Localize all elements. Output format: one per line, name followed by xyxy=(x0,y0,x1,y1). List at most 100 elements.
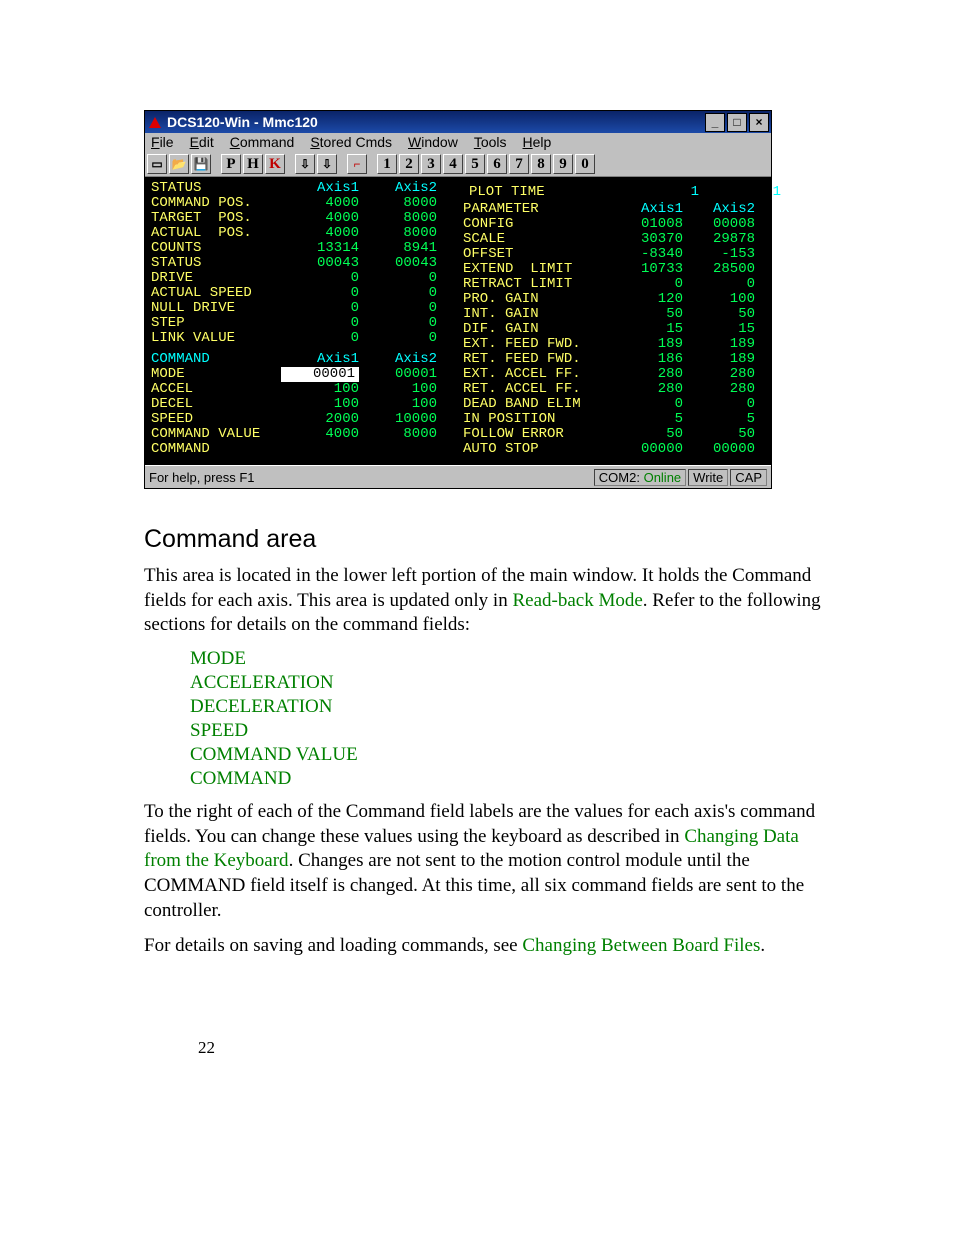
table-row[interactable]: STATUS0004300043 xyxy=(151,256,451,271)
link-speed[interactable]: SPEED xyxy=(190,720,824,742)
axis1-value[interactable]: 5 xyxy=(611,412,683,427)
new-icon[interactable]: ▭ xyxy=(147,154,167,174)
axis2-value[interactable]: 00001 xyxy=(359,367,437,382)
table-row[interactable]: CONFIG0100800008 xyxy=(463,217,789,232)
table-row[interactable]: EXT. FEED FWD.189189 xyxy=(463,337,789,352)
table-row[interactable]: EXT. ACCEL FF.280280 xyxy=(463,367,789,382)
axis2-value[interactable]: 189 xyxy=(683,352,755,367)
axis2-value[interactable] xyxy=(359,442,437,457)
axis2-value[interactable]: -153 xyxy=(683,247,755,262)
axis2-value[interactable]: 280 xyxy=(683,382,755,397)
menu-tools[interactable]: Tools xyxy=(474,135,507,150)
axis2-value[interactable]: 189 xyxy=(683,337,755,352)
table-row[interactable]: EXTEND LIMIT1073328500 xyxy=(463,262,789,277)
maximize-button[interactable]: □ xyxy=(727,113,747,132)
table-row[interactable]: ACTUAL POS.40008000 xyxy=(151,226,451,241)
save-icon[interactable]: 💾 xyxy=(191,154,211,174)
axis2-value[interactable]: 8000 xyxy=(359,196,437,211)
axis1-value[interactable]: 189 xyxy=(611,337,683,352)
menu-help[interactable]: Help xyxy=(523,135,552,150)
table-row[interactable]: STEP00 xyxy=(151,316,451,331)
axis1-value[interactable]: 100 xyxy=(281,397,359,412)
axis1-value[interactable]: 50 xyxy=(611,307,683,322)
axis2-value[interactable]: 0 xyxy=(683,277,755,292)
table-row[interactable]: ACTUAL SPEED00 xyxy=(151,286,451,301)
table-row[interactable]: IN POSITION55 xyxy=(463,412,789,427)
table-row[interactable]: COMMAND xyxy=(151,442,451,457)
link-readback-mode[interactable]: Read-back Mode xyxy=(512,590,642,611)
num-1[interactable]: 1 xyxy=(377,154,397,174)
menu-window[interactable]: Window xyxy=(408,135,458,150)
table-row[interactable]: AUTO STOP0000000000 xyxy=(463,442,789,457)
axis1-value[interactable]: 00001 xyxy=(281,367,359,382)
axis1-value[interactable]: 00043 xyxy=(281,256,359,271)
axis2-value[interactable]: 100 xyxy=(359,397,437,412)
menu-edit[interactable]: Edit xyxy=(190,135,214,150)
axis2-value[interactable]: 8000 xyxy=(359,427,437,442)
tool-p[interactable]: P xyxy=(221,154,241,174)
axis2-value[interactable]: 100 xyxy=(359,382,437,397)
axis2-value[interactable]: 00008 xyxy=(683,217,755,232)
axis2-value[interactable]: 8000 xyxy=(359,226,437,241)
link-acceleration[interactable]: ACCELERATION xyxy=(190,672,824,694)
axis2-value[interactable]: 0 xyxy=(359,331,437,346)
table-row[interactable]: LINK VALUE00 xyxy=(151,331,451,346)
axis1-value[interactable]: 280 xyxy=(611,382,683,397)
table-row[interactable]: DECEL100100 xyxy=(151,397,451,412)
table-row[interactable]: DIF. GAIN1515 xyxy=(463,322,789,337)
axis2-value[interactable]: 280 xyxy=(683,367,755,382)
num-8[interactable]: 8 xyxy=(531,154,551,174)
axis1-value[interactable]: 120 xyxy=(611,292,683,307)
axis2-value[interactable]: 29878 xyxy=(683,232,755,247)
axis2-value[interactable]: 5 xyxy=(683,412,755,427)
table-row[interactable]: TARGET POS.40008000 xyxy=(151,211,451,226)
num-0[interactable]: 0 xyxy=(575,154,595,174)
close-button[interactable]: × xyxy=(749,113,769,132)
table-row[interactable]: MODE0000100001 xyxy=(151,367,451,382)
send-one-icon[interactable]: ⇩ xyxy=(317,154,337,174)
table-row[interactable]: SPEED200010000 xyxy=(151,412,451,427)
axis1-value[interactable]: 10733 xyxy=(611,262,683,277)
axis1-value[interactable]: 4000 xyxy=(281,226,359,241)
axis1-value[interactable]: 01008 xyxy=(611,217,683,232)
minimize-button[interactable]: _ xyxy=(705,113,725,132)
axis2-value[interactable]: 8000 xyxy=(359,211,437,226)
tool-h[interactable]: H xyxy=(243,154,263,174)
axis1-value[interactable]: 186 xyxy=(611,352,683,367)
axis1-value[interactable]: 15 xyxy=(611,322,683,337)
axis2-value[interactable]: 28500 xyxy=(683,262,755,277)
table-row[interactable]: COMMAND VALUE40008000 xyxy=(151,427,451,442)
link-deceleration[interactable]: DECELERATION xyxy=(190,696,824,718)
table-row[interactable]: ACCEL100100 xyxy=(151,382,451,397)
table-row[interactable]: COMMAND POS.40008000 xyxy=(151,196,451,211)
num-5[interactable]: 5 xyxy=(465,154,485,174)
axis2-value[interactable]: 8941 xyxy=(359,241,437,256)
axis2-value[interactable]: 10000 xyxy=(359,412,437,427)
num-2[interactable]: 2 xyxy=(399,154,419,174)
table-row[interactable]: RETRACT LIMIT00 xyxy=(463,277,789,292)
axis1-value[interactable]: -8340 xyxy=(611,247,683,262)
num-6[interactable]: 6 xyxy=(487,154,507,174)
table-row[interactable]: OFFSET-8340-153 xyxy=(463,247,789,262)
menu-file[interactable]: File xyxy=(151,135,174,150)
table-row[interactable]: COUNTS133148941 xyxy=(151,241,451,256)
axis1-value[interactable]: 30370 xyxy=(611,232,683,247)
num-7[interactable]: 7 xyxy=(509,154,529,174)
table-row[interactable]: DRIVE00 xyxy=(151,271,451,286)
num-9[interactable]: 9 xyxy=(553,154,573,174)
axis2-value[interactable]: 0 xyxy=(359,301,437,316)
table-row[interactable]: NULL DRIVE00 xyxy=(151,301,451,316)
axis1-value[interactable]: 0 xyxy=(611,277,683,292)
axis1-value[interactable]: 00000 xyxy=(611,442,683,457)
axis2-value[interactable]: 00043 xyxy=(359,256,437,271)
open-icon[interactable]: 📂 xyxy=(169,154,189,174)
menu-storedcmds[interactable]: Stored Cmds xyxy=(310,135,392,150)
axis1-value[interactable]: 4000 xyxy=(281,427,359,442)
axis2-value[interactable]: 50 xyxy=(683,307,755,322)
send-all-icon[interactable]: ⇩ xyxy=(295,154,315,174)
axis1-value[interactable]: 2000 xyxy=(281,412,359,427)
axis2-value[interactable]: 00000 xyxy=(683,442,755,457)
table-row[interactable]: SCALE3037029878 xyxy=(463,232,789,247)
num-4[interactable]: 4 xyxy=(443,154,463,174)
axis2-value[interactable]: 15 xyxy=(683,322,755,337)
